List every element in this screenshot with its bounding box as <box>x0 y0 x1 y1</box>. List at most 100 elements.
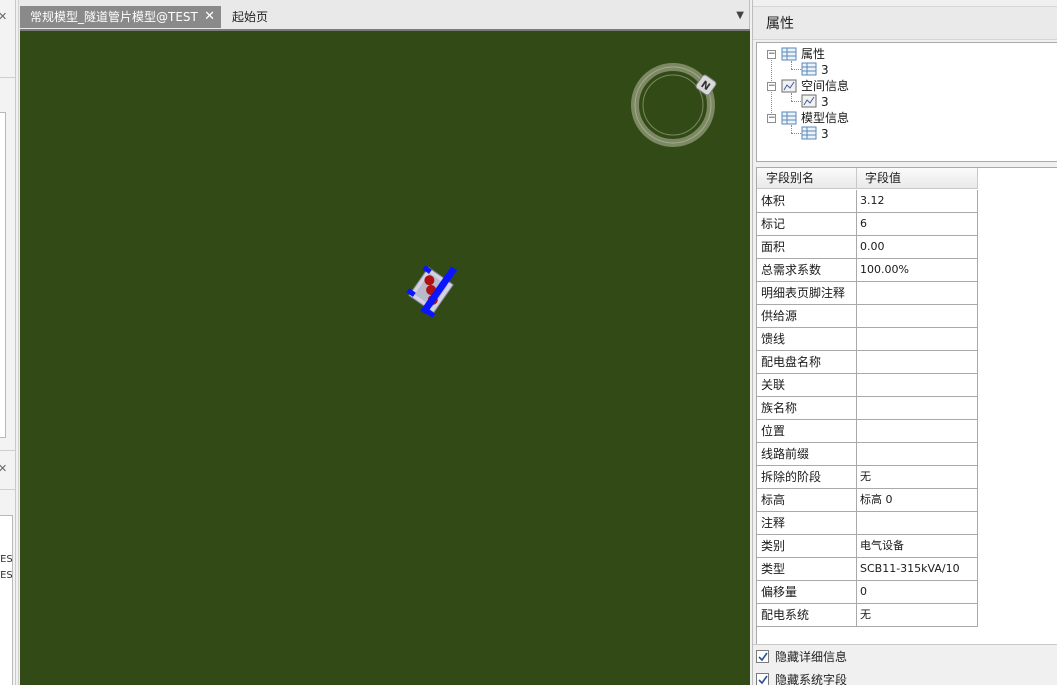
table-row[interactable]: 总需求系数 100.00% <box>757 259 978 282</box>
field-value-cell[interactable]: 无 <box>857 604 978 627</box>
field-alias-cell: 线路前缀 <box>757 443 857 466</box>
tab-start-page-label: 起始页 <box>232 10 269 24</box>
field-value-cell[interactable] <box>857 397 978 420</box>
document-tab-strip: 常规模型_隧道管片模型@TEST ✕ 起始页 ▼ <box>19 6 751 28</box>
field-alias-cell: 偏移量 <box>757 581 857 604</box>
table-row[interactable]: 明细表页脚注释 <box>757 282 978 305</box>
field-alias-cell: 配电盘名称 <box>757 351 857 374</box>
table-row[interactable]: 体积 3.12 <box>757 190 978 213</box>
field-alias-cell: 位置 <box>757 420 857 443</box>
table-icon <box>781 111 797 125</box>
field-alias-cell: 族名称 <box>757 397 857 420</box>
tree-node-attributes[interactable]: 属性 <box>801 46 825 62</box>
table-row[interactable]: 馈线 <box>757 328 978 351</box>
field-value-cell[interactable] <box>857 374 978 397</box>
field-alias-cell: 关联 <box>757 374 857 397</box>
field-alias-cell: 供给源 <box>757 305 857 328</box>
grid-header-row: 字段别名 字段值 <box>757 168 978 189</box>
tree-collapse-icon[interactable]: − <box>767 114 776 123</box>
column-header-field-alias[interactable]: 字段别名 <box>757 168 857 189</box>
field-value-cell[interactable] <box>857 328 978 351</box>
document-area: 常规模型_隧道管片模型@TEST ✕ 起始页 ▼ N <box>18 0 750 685</box>
table-row[interactable]: 线路前缀 <box>757 443 978 466</box>
tree-node-model-info[interactable]: 模型信息 <box>801 110 849 126</box>
transformer-model-icon[interactable] <box>402 253 462 321</box>
table-row[interactable]: 配电盘名称 <box>757 351 978 374</box>
field-value-cell[interactable]: 3.12 <box>857 190 978 213</box>
tab-model-view[interactable]: 常规模型_隧道管片模型@TEST ✕ <box>20 6 221 28</box>
field-alias-cell: 类型 <box>757 558 857 581</box>
field-alias-cell: 拆除的阶段 <box>757 466 857 489</box>
tab-model-view-label: 常规模型_隧道管片模型@TEST <box>30 10 198 24</box>
tree-node-child[interactable]: 3 <box>821 126 829 142</box>
properties-panel: 属性 − 属性 3 − 空间信息 3 − 模型信息 3 字段别名 字段值 体积 … <box>752 0 1057 685</box>
left-panel-snippet: TES <box>0 570 13 581</box>
field-alias-cell: 馈线 <box>757 328 857 351</box>
table-row[interactable]: 拆除的阶段无 <box>757 466 978 489</box>
hide-details-label: 隐藏详细信息 <box>775 650 848 664</box>
field-value-cell[interactable] <box>857 282 978 305</box>
field-value-cell[interactable]: 无 <box>857 466 978 489</box>
field-alias-cell: 标高 <box>757 489 857 512</box>
field-alias-cell: 总需求系数 <box>757 259 857 282</box>
table-row[interactable]: 注释 <box>757 512 978 535</box>
table-row[interactable]: 族名称 <box>757 397 978 420</box>
spatial-info-icon <box>801 94 817 108</box>
table-icon <box>781 47 797 61</box>
tree-collapse-icon[interactable]: − <box>767 50 776 59</box>
field-alias-cell: 面积 <box>757 236 857 259</box>
table-row[interactable]: 标记 6 <box>757 213 978 236</box>
left-panel-close-icon-2[interactable]: ✕ <box>0 462 7 475</box>
table-row[interactable]: 类型 SCB11-315kVA/10 <box>757 558 978 581</box>
table-row[interactable]: 位置 <box>757 420 978 443</box>
3d-viewport[interactable]: N <box>20 29 750 685</box>
compass-icon[interactable]: N <box>630 61 720 151</box>
tree-node-spatial-info[interactable]: 空间信息 <box>801 78 849 94</box>
field-value-cell[interactable]: 100.00% <box>857 259 978 282</box>
field-value-cell[interactable]: 0.00 <box>857 236 978 259</box>
table-row[interactable]: 标高 标高 0 <box>757 489 978 512</box>
field-value-cell[interactable]: 6 <box>857 213 978 236</box>
field-value-cell[interactable] <box>857 420 978 443</box>
dropdown-arrow-icon[interactable]: ▼ <box>736 10 744 21</box>
tree-node-child[interactable]: 3 <box>821 62 829 78</box>
property-grid[interactable]: 字段别名 字段值 体积 3.12 标记 6 面积 0.00 总需求系数 100.00% 明细表页… <box>756 167 1057 644</box>
table-row[interactable]: 面积 0.00 <box>757 236 978 259</box>
table-row[interactable]: 类别 电气设备 <box>757 535 978 558</box>
table-icon <box>801 62 817 76</box>
field-value-cell[interactable]: 标高 0 <box>857 489 978 512</box>
checkbox-checked-icon[interactable] <box>756 673 769 685</box>
field-value-cell[interactable]: 电气设备 <box>857 535 978 558</box>
column-header-field-value[interactable]: 字段值 <box>857 168 978 189</box>
properties-panel-title: 属性 <box>753 6 1057 40</box>
field-alias-cell: 配电系统 <box>757 604 857 627</box>
table-row[interactable]: 供给源 <box>757 305 978 328</box>
tab-close-icon[interactable]: ✕ <box>204 6 215 28</box>
tree-node-child[interactable]: 3 <box>821 94 829 110</box>
hide-system-fields-label: 隐藏系统字段 <box>775 673 848 685</box>
left-panel-list[interactable] <box>0 112 6 438</box>
spatial-info-icon <box>781 79 797 93</box>
property-tree[interactable]: − 属性 3 − 空间信息 3 − 模型信息 3 <box>756 42 1057 162</box>
field-value-cell[interactable]: SCB11-315kVA/10 <box>857 558 978 581</box>
app-window: ✕ ✕ TES TES 常规模型_隧道管片模型@TEST ✕ 起始页 ▼ <box>0 0 1057 685</box>
field-value-cell[interactable] <box>857 351 978 374</box>
field-value-cell[interactable] <box>857 305 978 328</box>
table-row[interactable]: 关联 <box>757 374 978 397</box>
left-panel-close-icon[interactable]: ✕ <box>0 10 7 23</box>
field-value-cell[interactable] <box>857 512 978 535</box>
field-alias-cell: 体积 <box>757 190 857 213</box>
field-alias-cell: 明细表页脚注释 <box>757 282 857 305</box>
panel-divider <box>753 644 1057 645</box>
checkbox-checked-icon[interactable] <box>756 650 769 663</box>
left-panel-list-2[interactable]: TES TES <box>0 515 13 685</box>
table-icon <box>801 126 817 140</box>
tree-collapse-icon[interactable]: − <box>767 82 776 91</box>
field-value-cell[interactable]: 0 <box>857 581 978 604</box>
left-panel-edge: ✕ ✕ TES TES <box>0 0 16 685</box>
table-row[interactable]: 配电系统无 <box>757 604 978 627</box>
table-row[interactable]: 偏移量 0 <box>757 581 978 604</box>
field-value-cell[interactable] <box>857 443 978 466</box>
field-alias-cell: 类别 <box>757 535 857 558</box>
tab-start-page[interactable]: 起始页 <box>222 6 282 28</box>
